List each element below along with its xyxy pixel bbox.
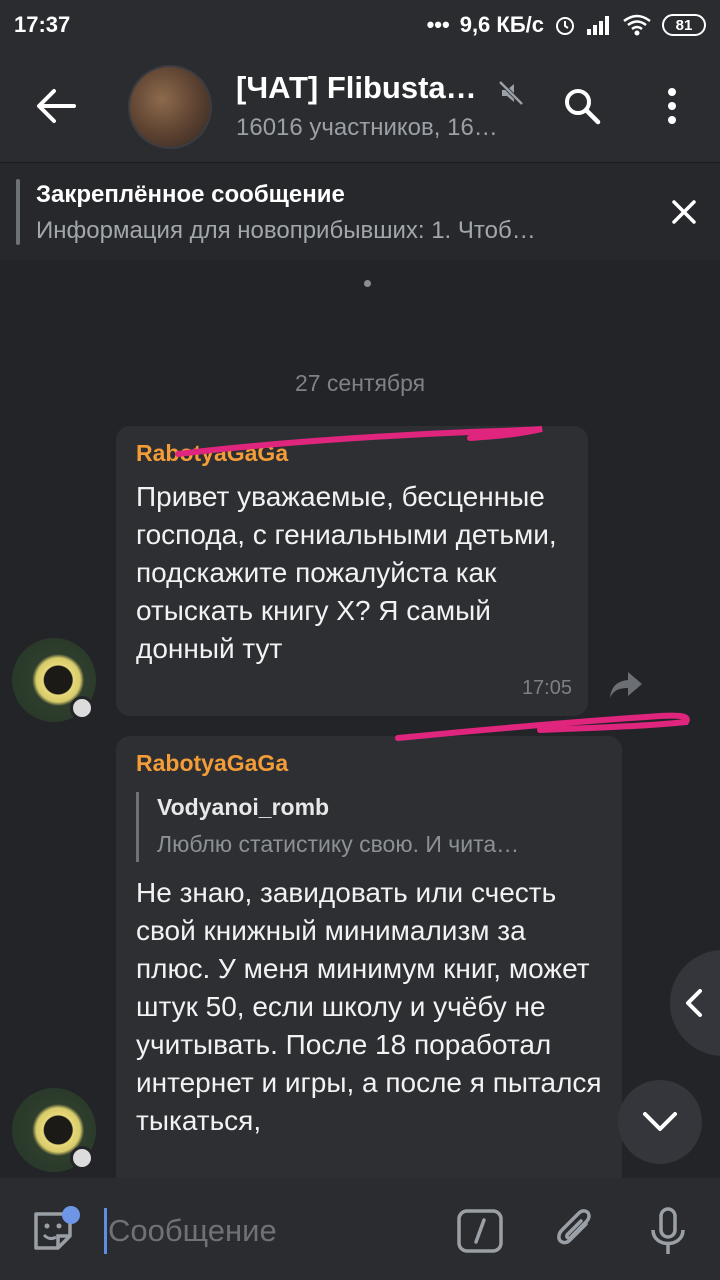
muted-icon <box>498 80 524 106</box>
dots-icon: ••• <box>426 12 450 37</box>
attach-icon[interactable] <box>552 1206 596 1254</box>
more-vertical-icon[interactable] <box>660 86 684 126</box>
chat-subtitle[interactable]: 16016 участников, 16… <box>236 114 498 142</box>
notification-dot <box>62 1206 80 1224</box>
message-input[interactable] <box>108 1208 408 1254</box>
loading-dot <box>364 280 371 287</box>
chat-title[interactable]: [ЧАТ] Flibusta… <box>236 70 477 106</box>
network-speed: 9,6 КБ/с <box>459 12 544 37</box>
status-bar: 17:37 ••• 9,6 КБ/с 81 <box>0 0 720 50</box>
message-bubble[interactable]: RabotyaGaGa Привет уважаемые, бесценные … <box>116 426 588 716</box>
chevron-left-icon <box>686 989 702 1017</box>
share-icon[interactable] <box>608 670 644 700</box>
scroll-down-button[interactable] <box>618 1080 702 1164</box>
microphone-icon[interactable] <box>648 1206 688 1258</box>
message-bubble[interactable]: RabotyaGaGa Vodyanoi_romb Люблю статисти… <box>116 736 622 1178</box>
back-arrow-icon[interactable] <box>34 86 78 126</box>
pinned-title: Закреплённое сообщение <box>36 181 345 208</box>
side-panel-tab[interactable] <box>670 950 720 1056</box>
chat-header: [ЧАТ] Flibusta… 16016 участников, 16… <box>0 50 720 162</box>
alarm-icon <box>556 17 574 35</box>
chevron-down-icon <box>643 1112 677 1131</box>
search-icon[interactable] <box>562 86 602 126</box>
bot-command-icon[interactable] <box>456 1208 504 1254</box>
pinned-text: Информация для новоприбывших: 1. Чтоб… <box>36 217 536 244</box>
message-author[interactable]: RabotyaGaGa <box>136 440 288 467</box>
chat-area[interactable]: 27 сентября RabotyaGaGa Привет уважаемые… <box>0 260 720 1178</box>
close-icon[interactable] <box>668 196 700 228</box>
reply-author: Vodyanoi_romb <box>157 794 330 820</box>
date-separator: 27 сентября <box>294 370 426 396</box>
chat-avatar[interactable] <box>128 65 212 149</box>
status-time: 17:37 <box>14 12 71 37</box>
message-text: Привет уважаемые, бесценные господа, с г… <box>136 481 557 664</box>
signal-icon <box>587 16 609 35</box>
pinned-message[interactable]: Закреплённое сообщение Информация для но… <box>0 162 720 260</box>
online-status-dot <box>70 696 94 720</box>
pinned-accent-bar <box>16 179 20 245</box>
wifi-icon <box>623 14 651 36</box>
message-author[interactable]: RabotyaGaGa <box>136 750 288 777</box>
reply-text: Люблю статистику свою. И чита… <box>157 831 520 857</box>
message-text: Не знаю, завидовать или счесть свой книж… <box>136 877 602 1136</box>
status-right: ••• 9,6 КБ/с 81 <box>427 12 706 38</box>
reply-quote[interactable]: Vodyanoi_romb Люблю статистику свою. И ч… <box>136 792 606 862</box>
online-status-dot <box>70 1146 94 1170</box>
text-cursor <box>104 1208 107 1254</box>
battery-icon: 81 <box>662 14 706 36</box>
message-time: 17:05 <box>521 677 572 699</box>
message-input-bar <box>0 1178 720 1280</box>
